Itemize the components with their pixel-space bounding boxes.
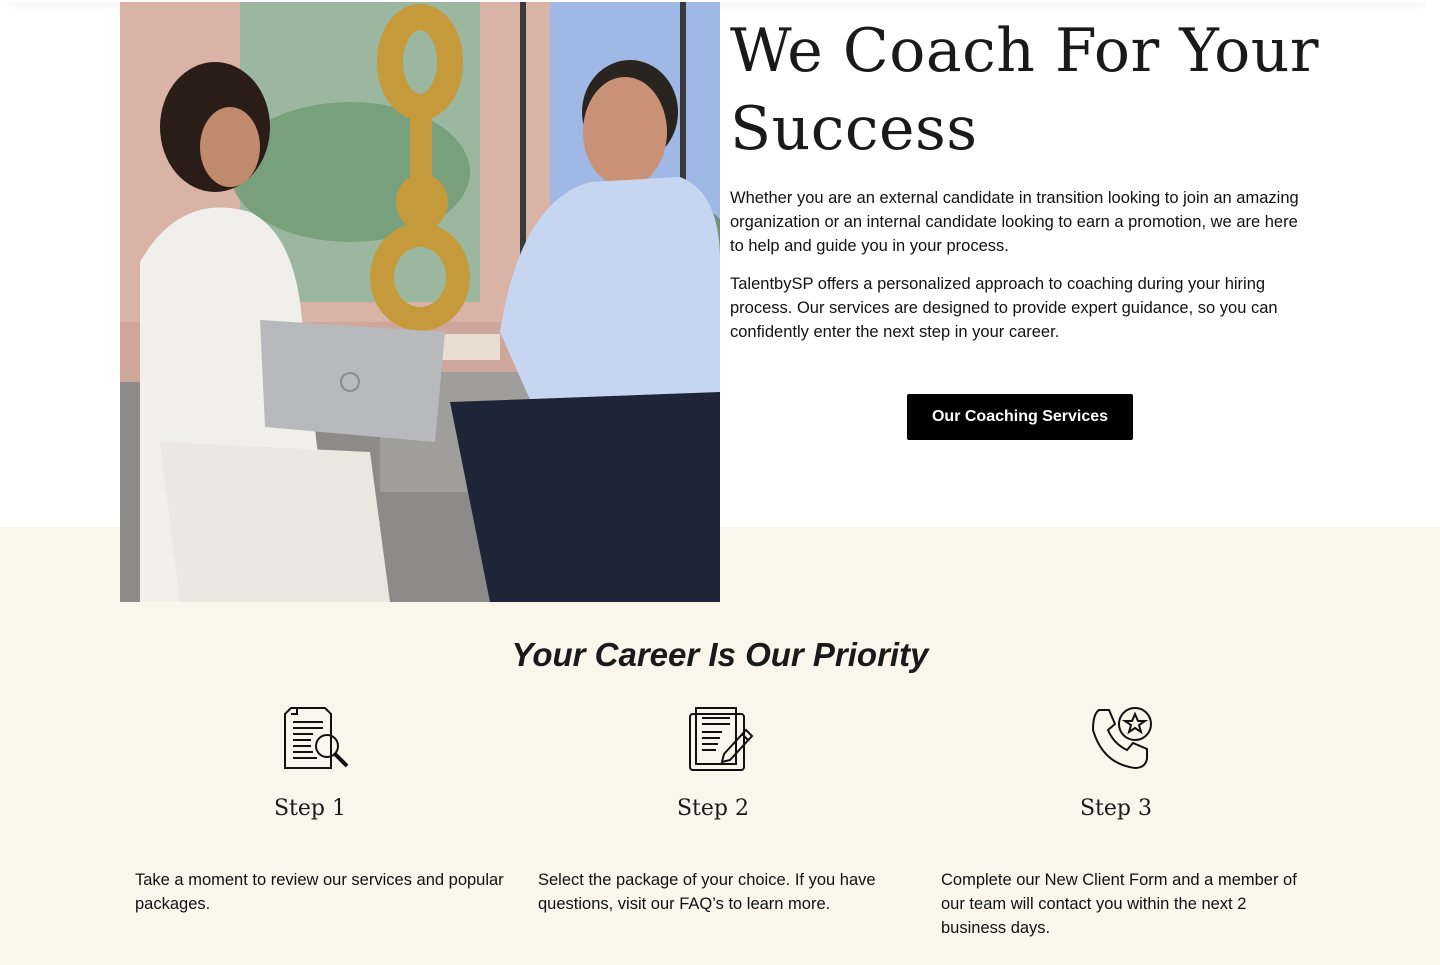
step-2-description: Select the package of your choice. If yo… (538, 871, 876, 913)
phone-star-icon (1089, 706, 1159, 772)
step-1-title: Step 1 (273, 796, 346, 821)
document-edit-icon (686, 706, 756, 772)
document-search-icon (283, 706, 353, 772)
step-3-title: Step 3 (1079, 796, 1152, 821)
hero-photo (120, 2, 720, 602)
hero-paragraph-1: Whether you are an external candidate in… (730, 189, 1299, 255)
step-3-description: Complete our New Client Form and a membe… (941, 871, 1297, 937)
priority-title: Your Career Is Our Priority (511, 636, 929, 673)
step-1-description: Take a moment to review our services and… (135, 871, 504, 913)
hero-paragraph-2: TalentbySP offers a personalized approac… (730, 275, 1278, 341)
step-2-title: Step 2 (676, 796, 749, 821)
hero-title: We Coach For Your Success (730, 16, 1320, 164)
coaching-services-button[interactable]: Our Coaching Services (907, 394, 1133, 440)
